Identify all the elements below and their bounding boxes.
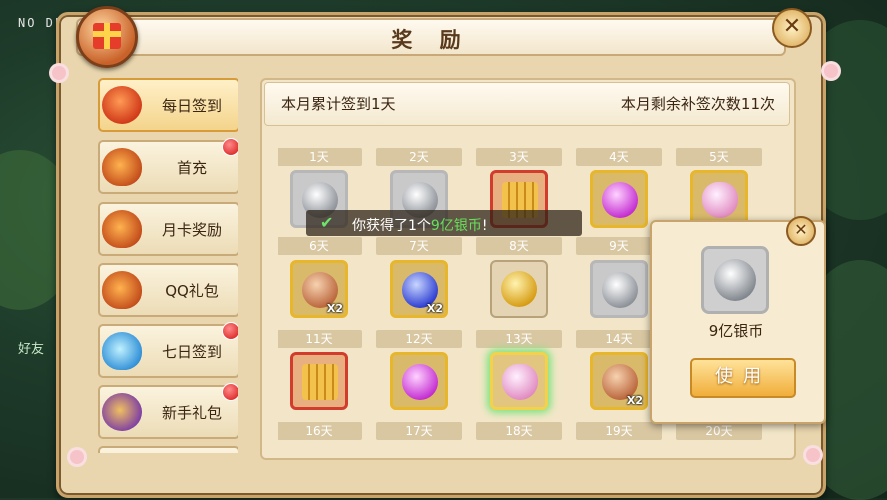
flower-decoration — [824, 64, 838, 78]
coin-pouch-icon — [102, 86, 142, 124]
quantity-badge: X2 — [626, 394, 643, 407]
day-label: 2天 — [376, 148, 462, 166]
sidebar-item-label: 每日签到 — [161, 97, 222, 115]
reward-toast: ✔ 你获得了1个9亿银币! — [306, 210, 582, 236]
day-label: 6天 — [278, 237, 362, 255]
sidebar-item-daily-signin[interactable]: 每日签到 — [98, 78, 238, 132]
silver-coin-icon — [602, 272, 638, 308]
day-label: 4天 — [576, 148, 662, 166]
flower-decoration — [52, 66, 66, 80]
day-label: 11天 — [278, 330, 362, 348]
notification-dot — [222, 322, 238, 340]
toast-message: 你获得了1个9亿银币! — [352, 218, 488, 234]
day-label: 20天 — [676, 422, 762, 440]
day-label: 1天 — [278, 148, 362, 166]
title-bar: 奖 励 — [76, 18, 786, 56]
popup-item-slot — [701, 246, 769, 314]
reward-slot[interactable]: X2 — [390, 260, 448, 318]
popup-close-button[interactable]: ✕ — [786, 216, 816, 246]
sidebar-item-label: 七日签到 — [161, 343, 222, 361]
use-button[interactable]: 使用 — [690, 358, 796, 398]
day-label: 5天 — [676, 148, 762, 166]
pink-egg-icon — [702, 182, 738, 218]
sidebar-item-qq-gift[interactable]: QQ礼包 — [98, 263, 238, 317]
gift-icon — [93, 23, 121, 49]
pink-orb-icon — [402, 364, 438, 400]
day-label: 18天 — [476, 422, 562, 440]
day-label: 8天 — [476, 237, 562, 255]
day-label: 17天 — [376, 422, 462, 440]
reward-slot[interactable] — [590, 260, 648, 318]
sidebar-item-seven-day-signin[interactable]: 七日签到 — [98, 322, 238, 378]
sidebar-item-label: 新手礼包 — [161, 404, 222, 422]
blue-bag-icon — [102, 332, 142, 370]
golden-scroll-icon — [302, 364, 338, 400]
sidebar-item-partial[interactable] — [98, 446, 238, 453]
reward-slot[interactable] — [590, 170, 648, 228]
quantity-badge: X2 — [326, 302, 343, 315]
remaining-makeup-count: 本月剩余补签次数11次 — [620, 95, 775, 113]
flower-decoration — [806, 448, 820, 462]
reward-slot[interactable] — [490, 352, 548, 410]
day-label: 7天 — [376, 237, 462, 255]
pink-orb-icon — [602, 182, 638, 218]
monthly-signin-count: 本月累计签到1天 — [281, 95, 396, 113]
gift-box-icon — [76, 6, 138, 68]
sidebar-item-first-recharge[interactable]: 首充 — [98, 138, 238, 194]
pink-egg-icon — [502, 364, 538, 400]
day-label: 12天 — [376, 330, 462, 348]
silver-coin-icon — [714, 259, 756, 301]
day-label: 13天 — [476, 330, 562, 348]
reward-slot[interactable] — [290, 352, 348, 410]
reward-slot[interactable] — [490, 260, 548, 318]
purple-egg-icon — [102, 393, 142, 431]
flower-decoration — [70, 450, 84, 464]
reward-slot[interactable]: X2 — [290, 260, 348, 318]
friends-hint-label: 好友 — [18, 342, 45, 357]
popup-item-name: 9亿银币 — [708, 322, 764, 340]
close-button[interactable]: ✕ — [772, 8, 812, 48]
check-icon: ✔ — [320, 213, 334, 232]
money-bag-icon — [102, 148, 142, 186]
sidebar-item-monthly-card[interactable]: 月卡奖励 — [98, 202, 238, 256]
quantity-badge: X2 — [426, 302, 443, 315]
sidebar-item-label: 首充 — [176, 159, 207, 177]
signin-summary-bar: 本月累计签到1天 本月剩余补签次数11次 — [264, 82, 790, 126]
window-title: 奖 励 — [391, 28, 471, 52]
day-label: 19天 — [576, 422, 662, 440]
notification-dot — [222, 383, 238, 401]
sidebar-item-label: QQ礼包 — [165, 282, 219, 300]
money-bag-icon — [102, 210, 142, 248]
reward-category-sidebar: 每日签到 首充 月卡奖励 QQ礼包 七日签到 新手礼包 — [98, 78, 238, 453]
sidebar-item-label: 月卡奖励 — [161, 221, 222, 239]
reward-slot[interactable]: X2 — [590, 352, 648, 410]
reward-slot[interactable] — [390, 352, 448, 410]
notification-dot — [222, 138, 238, 156]
sidebar-item-newbie-gift[interactable]: 新手礼包 — [98, 383, 238, 439]
day-label: 16天 — [278, 422, 362, 440]
gold-coin-icon — [501, 271, 537, 307]
day-label: 3天 — [476, 148, 562, 166]
money-bag-icon — [102, 271, 142, 309]
